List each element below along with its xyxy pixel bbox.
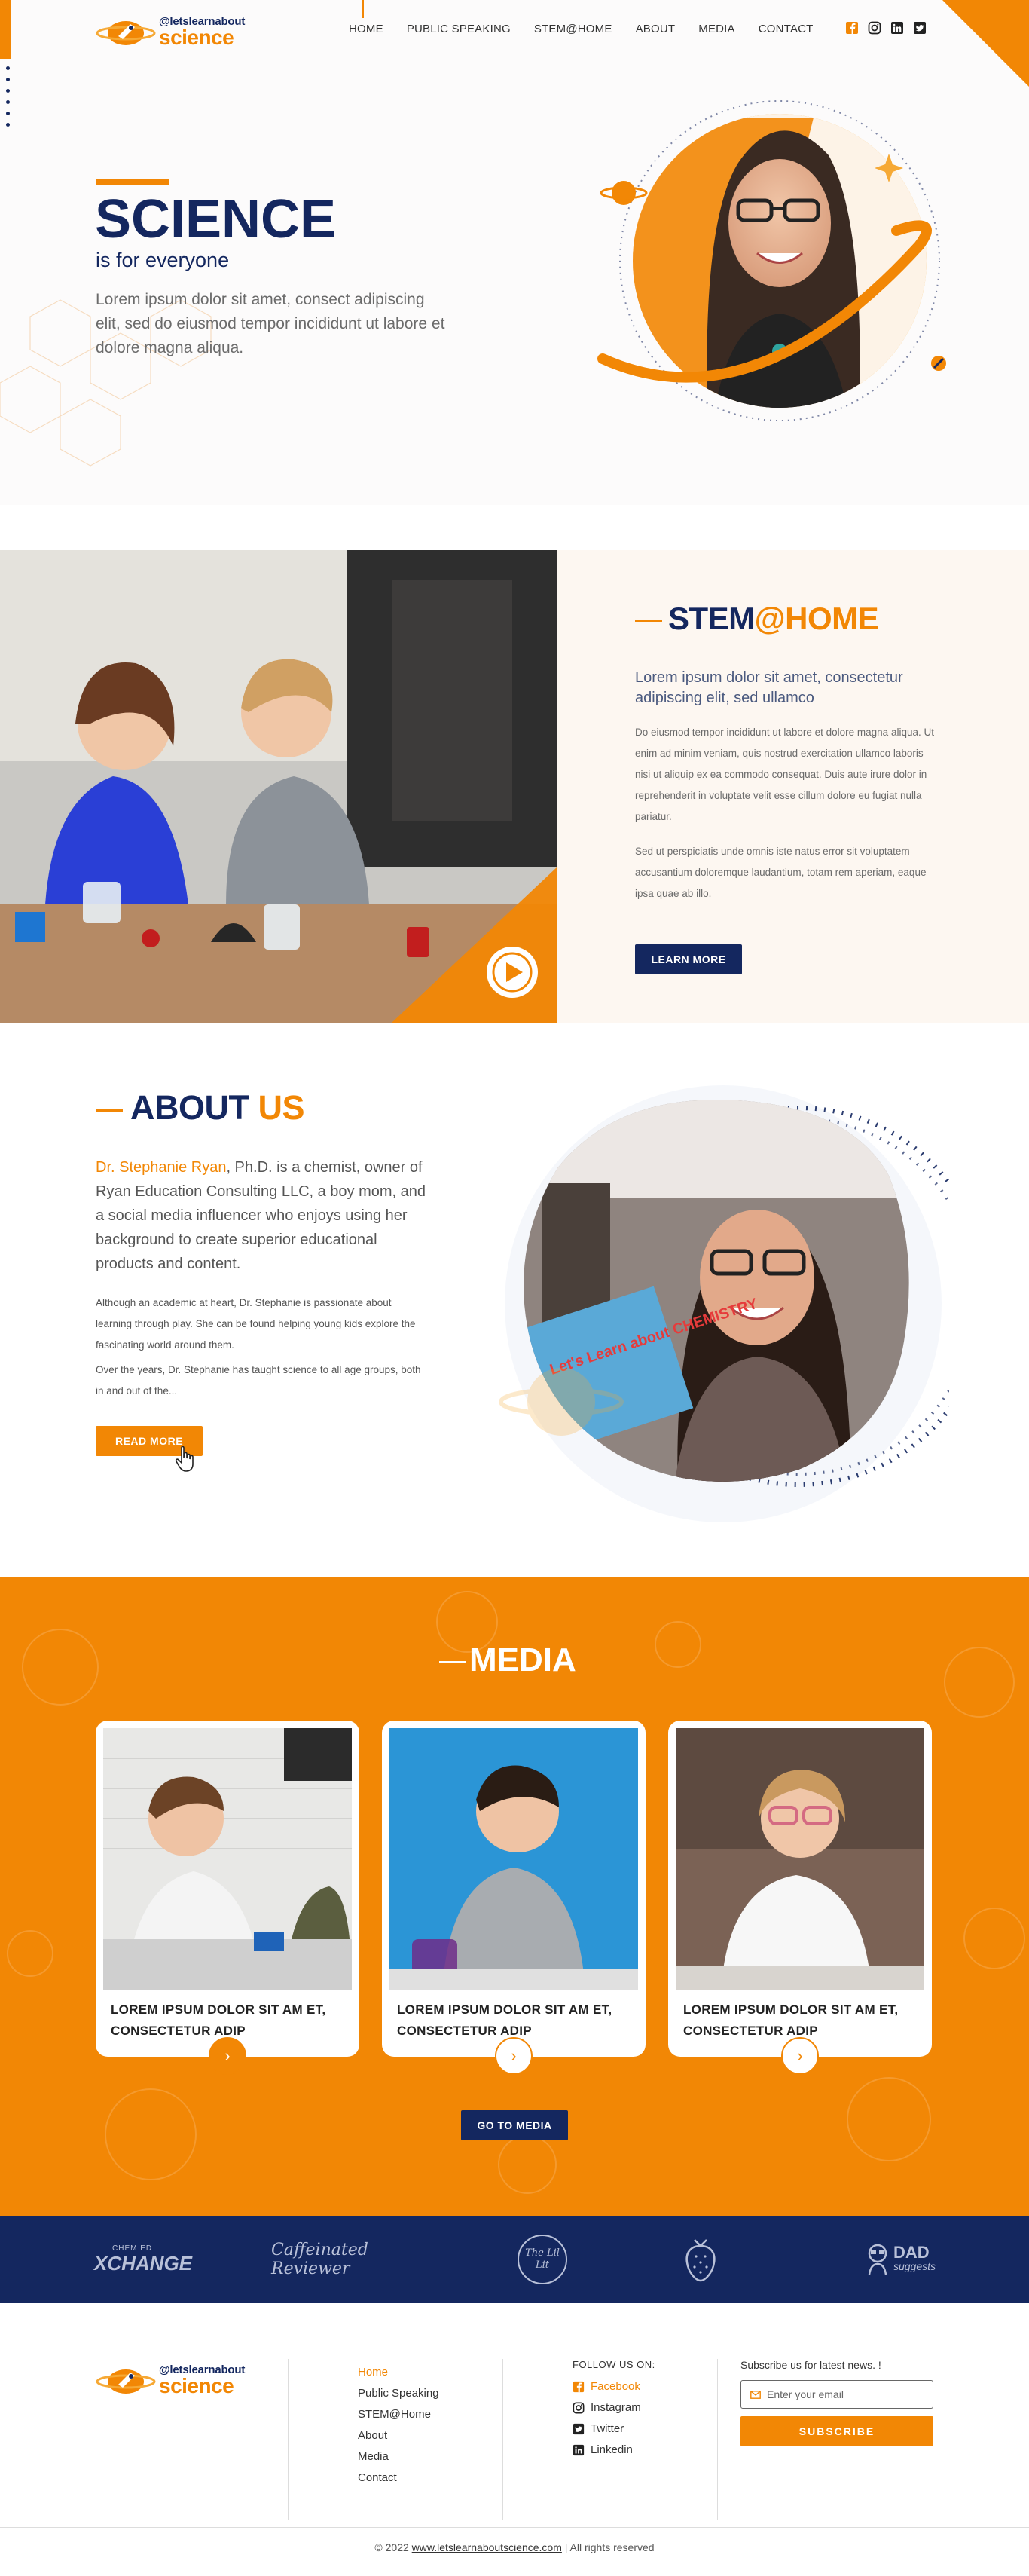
footer-brand-logo[interactable]: @letslearnabout science	[96, 2359, 246, 2398]
logo-wordmark: science	[159, 2374, 234, 2397]
media-card-title: LOREM IPSUM DOLOR SIT AM ET, CONSECTETUR…	[683, 2002, 899, 2038]
media-card-image	[389, 1728, 638, 1990]
footer-social-linkedin[interactable]: Linkedin	[573, 2440, 655, 2461]
partner-logo-strawberry[interactable]	[678, 2216, 723, 2303]
nav-item-public-speaking[interactable]: PUBLIC SPEAKING	[407, 23, 511, 35]
footer-follow: FOLLOW US ON: Facebook Instagram Twitter…	[573, 2359, 655, 2461]
instagram-icon	[573, 2402, 585, 2414]
planet-icon	[600, 181, 648, 205]
linkedin-icon	[573, 2444, 585, 2456]
about-paragraph-2: Over the years, Dr. Stephanie has taught…	[96, 1364, 421, 1397]
nav-item-media[interactable]: MEDIA	[698, 23, 735, 35]
linkedin-icon[interactable]	[890, 20, 905, 35]
dad-mascot-icon	[868, 2244, 887, 2275]
partner-logo-caffeinated-reviewer[interactable]: Caffeinated Reviewer	[271, 2216, 437, 2303]
footer-social-facebook[interactable]: Facebook	[573, 2376, 655, 2397]
logo-wordmark: science	[159, 26, 234, 49]
about-heading: ABOUT US	[96, 1088, 305, 1127]
stem-paragraph-1: Do eiusmod tempor incididunt ut labore e…	[635, 727, 934, 822]
footer-subscribe: Subscribe us for latest news. ! Enter yo…	[740, 2359, 933, 2446]
chevron-right-icon[interactable]: ›	[495, 2037, 533, 2075]
site-header: @letslearnabout science HOME PUBLIC SPEA…	[0, 0, 1029, 87]
nav-item-stem-at-home[interactable]: STEM@HOME	[534, 23, 612, 35]
rocket-logo-icon	[96, 21, 156, 45]
footer-divider	[502, 2359, 503, 2520]
learn-more-button[interactable]: LEARN MORE	[635, 944, 742, 974]
footer-link-media[interactable]: Media	[358, 2446, 439, 2467]
hero-title: SCIENCE	[95, 189, 337, 249]
nav-item-home[interactable]: HOME	[349, 23, 383, 35]
subscribe-button[interactable]: SUBSCRIBE	[740, 2416, 933, 2446]
partner-logo-lil-lit[interactable]: The Lil Lit	[512, 2216, 573, 2303]
media-heading: MEDIA	[439, 1641, 576, 1679]
hand-cursor-icon	[175, 1446, 194, 1472]
header-social-links	[844, 20, 927, 35]
subscribe-label: Subscribe us for latest news. !	[740, 2359, 881, 2371]
twitter-icon	[573, 2423, 585, 2435]
media-card[interactable]: LOREM IPSUM DOLOR SIT AM ET, CONSECTETUR…	[382, 1721, 646, 2075]
about-lead-text: Dr. Stephanie Ryan, Ph.D. is a chemist, …	[96, 1159, 426, 1272]
copyright-text: © 2022 www.letslearnaboutscience.com | A…	[374, 2541, 655, 2553]
hero-section: SCIENCE is for everyone Lorem ipsum dolo…	[0, 0, 1029, 505]
partner-logo-dad-suggests[interactable]: DAD suggests	[859, 2216, 942, 2303]
footer-link-about[interactable]: About	[358, 2425, 439, 2446]
copyright-divider	[0, 2527, 1029, 2528]
hero-portrait-image	[597, 100, 946, 421]
partner-logo-chemed-xchange[interactable]: CHEM ED XCHANGE	[90, 2216, 196, 2303]
nav-item-contact[interactable]: CONTACT	[759, 23, 814, 35]
copyright-site-link[interactable]: www.letslearnaboutscience.com	[412, 2541, 562, 2553]
rocket-logo-icon	[96, 2369, 156, 2394]
footer-social-instagram[interactable]: Instagram	[573, 2397, 655, 2418]
instagram-icon[interactable]	[867, 20, 882, 35]
media-card-title: LOREM IPSUM DOLOR SIT AM ET, CONSECTETUR…	[397, 2002, 612, 2038]
brand-logo[interactable]: @letslearnabout science	[96, 11, 246, 50]
strawberry-icon	[685, 2239, 716, 2282]
nav-item-about[interactable]: ABOUT	[636, 23, 676, 35]
chevron-right-icon[interactable]: ›	[209, 2037, 246, 2075]
play-video-icon	[487, 947, 538, 998]
chevron-right-icon[interactable]: ›	[781, 2037, 819, 2075]
decorative-dots	[6, 66, 10, 134]
partners-strip: CHEM ED XCHANGE Caffeinated Reviewer The…	[0, 2216, 1029, 2303]
stem-kids-experiment-image	[0, 550, 557, 1023]
twitter-icon[interactable]	[912, 20, 927, 35]
envelope-icon	[750, 2390, 761, 2399]
media-card[interactable]: LOREM IPSUM DOLOR SIT AM ET, CONSECTETUR…	[96, 1721, 359, 2075]
footer-link-home[interactable]: Home	[358, 2362, 439, 2383]
corner-accent-triangle	[942, 0, 1029, 87]
hero-description: Lorem ipsum dolor sit amet, consect adip…	[96, 291, 445, 356]
footer-nav: Home Public Speaking STEM@Home About Med…	[358, 2362, 439, 2489]
facebook-icon[interactable]	[844, 20, 860, 35]
facebook-icon	[573, 2381, 585, 2393]
footer-social-twitter[interactable]: Twitter	[573, 2418, 655, 2440]
main-nav: HOME PUBLIC SPEAKING STEM@HOME ABOUT MED…	[349, 23, 837, 35]
footer-link-public-speaking[interactable]: Public Speaking	[358, 2383, 439, 2404]
about-paragraph-1: Although an academic at heart, Dr. Steph…	[96, 1297, 416, 1351]
media-card-image	[676, 1728, 924, 1990]
stem-paragraph-2: Sed ut perspiciatis unde omnis iste natu…	[635, 846, 927, 899]
media-card-image	[103, 1728, 352, 1990]
about-name-link[interactable]: Dr. Stephanie Ryan	[96, 1159, 226, 1176]
footer-divider	[288, 2359, 289, 2520]
stem-lead-text: Lorem ipsum dolor sit amet, consectetur …	[635, 669, 903, 706]
follow-label: FOLLOW US ON:	[573, 2359, 655, 2370]
footer-link-contact[interactable]: Contact	[358, 2467, 439, 2489]
hero-title-accent-bar	[96, 179, 169, 185]
go-to-media-button[interactable]: GO TO MEDIA	[461, 2110, 568, 2140]
hero-subtitle: is for everyone	[96, 249, 230, 271]
media-card[interactable]: LOREM IPSUM DOLOR SIT AM ET, CONSECTETUR…	[668, 1721, 932, 2075]
stem-heading: STEM@HOME	[635, 601, 879, 637]
footer-link-stem-at-home[interactable]: STEM@Home	[358, 2404, 439, 2425]
footer-divider	[717, 2359, 718, 2520]
media-card-title: LOREM IPSUM DOLOR SIT AM ET, CONSECTETUR…	[111, 2002, 326, 2038]
nav-accent-divider	[362, 0, 364, 18]
about-portrait-image: Let's Learn about CHEMISTRY	[499, 1085, 949, 1522]
email-field[interactable]: Enter your email	[740, 2380, 933, 2409]
